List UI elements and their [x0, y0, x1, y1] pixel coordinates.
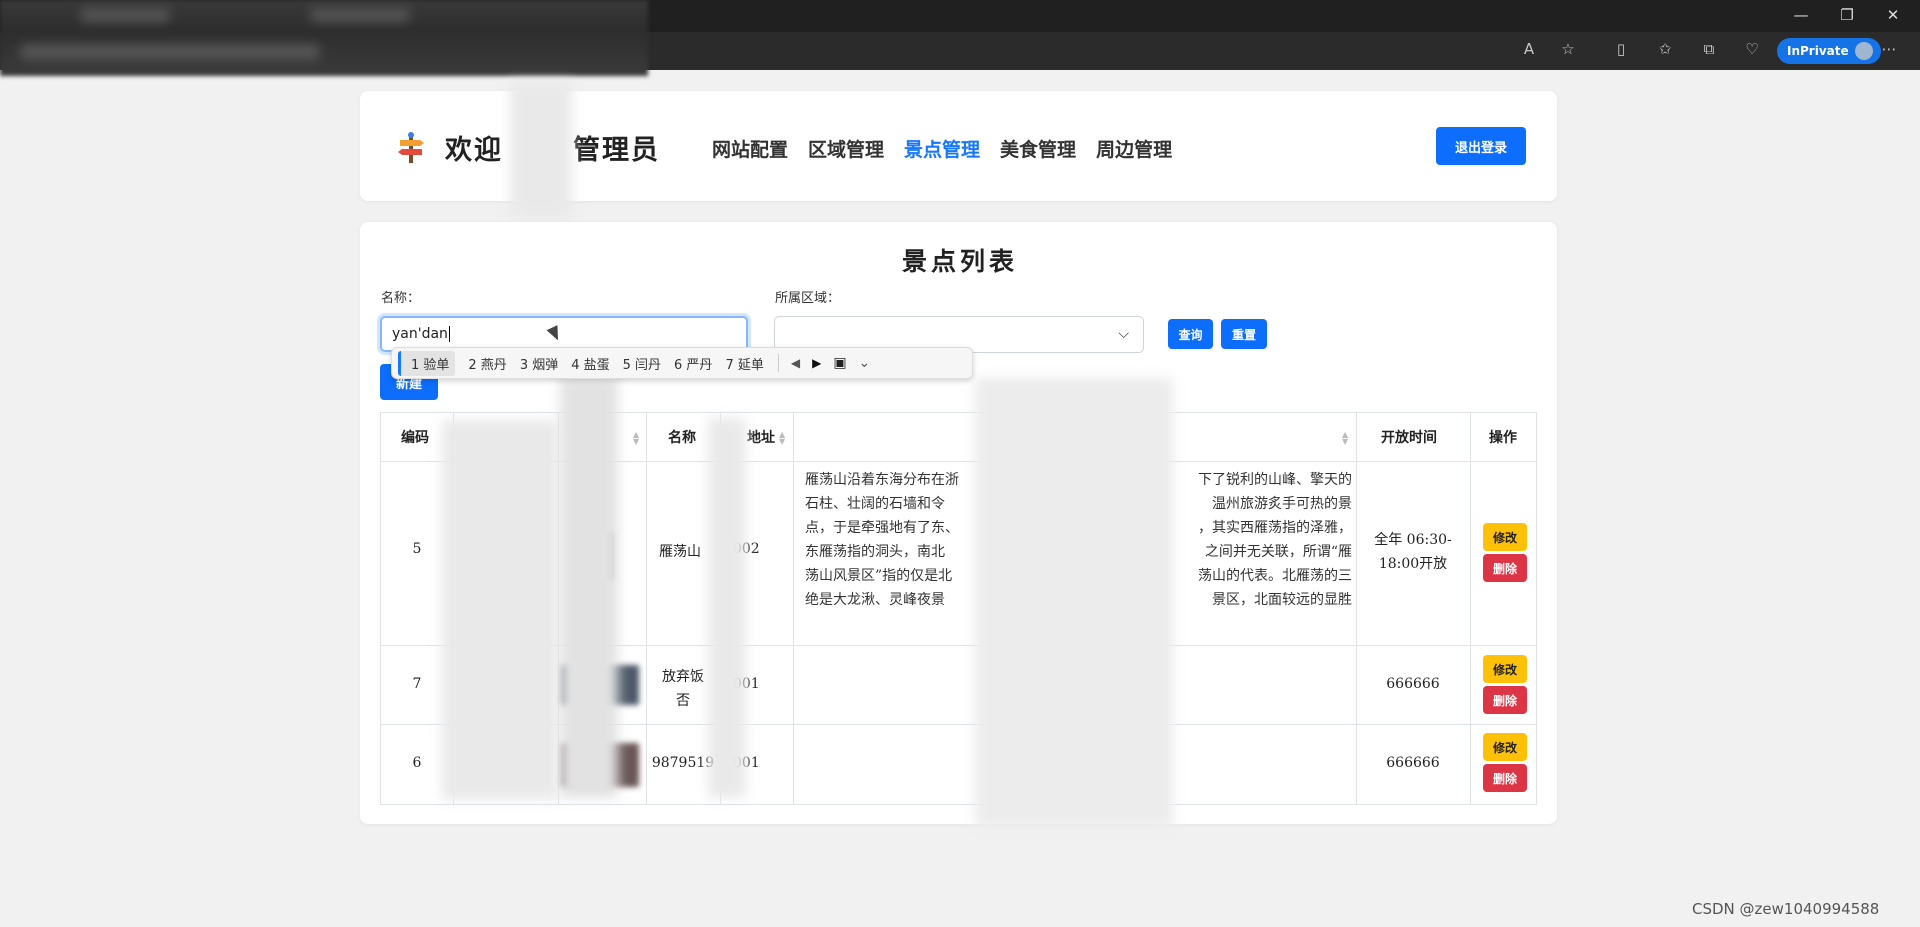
redaction-blur: [442, 420, 557, 800]
restore-icon[interactable]: ❐: [1837, 6, 1857, 24]
ime-candidate-1[interactable]: 1 验单: [398, 350, 456, 376]
ime-candidate-3[interactable]: 3 烟弹: [520, 354, 558, 373]
row2-open-time: 666666: [1386, 676, 1440, 692]
nav-nearby-management[interactable]: 周边管理: [1096, 135, 1172, 162]
site-logo-icon: [398, 132, 424, 163]
row3-edit-button[interactable]: 修改: [1483, 733, 1527, 761]
col-header-name: 名称: [668, 430, 696, 446]
minimize-icon[interactable]: —: [1791, 6, 1811, 24]
nav-food-management[interactable]: 美食管理: [1000, 135, 1076, 162]
ime-candidate-7[interactable]: 7 延单: [725, 354, 763, 373]
ime-next-icon[interactable]: ▶: [812, 356, 821, 370]
redaction-blur: [708, 418, 746, 798]
redaction-blur: [560, 378, 618, 798]
row2-edit-button[interactable]: 修改: [1483, 655, 1527, 683]
read-aloud-icon[interactable]: A: [1518, 40, 1540, 58]
nav-site-config[interactable]: 网站配置: [712, 135, 788, 162]
welcome-text-right: 管理员: [573, 135, 660, 166]
page-title: 景点列表: [901, 247, 1018, 276]
nav-scenic-management[interactable]: 景点管理: [904, 135, 980, 162]
row3-delete-button[interactable]: 删除: [1483, 764, 1527, 792]
split-screen-icon[interactable]: ▯: [1610, 40, 1632, 58]
row2-delete-button[interactable]: 删除: [1483, 686, 1527, 714]
chevron-down-icon: ⌵: [1118, 326, 1129, 342]
ime-expand-icon[interactable]: ⌄: [859, 355, 871, 371]
sort-icon[interactable]: ▲ ▼: [1342, 431, 1348, 446]
row3-open-time: 666666: [1386, 755, 1440, 771]
favorite-star-icon[interactable]: ☆: [1557, 40, 1579, 58]
name-filter-label: 名称：: [381, 291, 421, 306]
col-header-address: 地址: [747, 430, 775, 446]
row1-description-right: 下了锐利的山峰、擎天的 温州旅游炙手可热的景 ，其实西雁荡指的泽雅， 之间并无关…: [1198, 472, 1352, 608]
nav-region-management[interactable]: 区域管理: [808, 135, 884, 162]
main-nav: 网站配置 区域管理 景点管理 美食管理 周边管理: [712, 135, 1172, 162]
ime-candidate-bar: 1 验单 2 燕丹 3 烟弹 4 盐蛋 5 闫丹 6 严丹 7 延单 ◀ ▶ ▣…: [391, 347, 973, 379]
row1-edit-button[interactable]: 修改: [1483, 523, 1527, 551]
profile-avatar-icon: [1854, 42, 1873, 60]
col-header-code: 编码: [401, 430, 429, 446]
row1-open-time: 全年 06:30- 18:00开放: [1374, 532, 1452, 572]
browser-essentials-icon[interactable]: ♡: [1741, 40, 1763, 58]
sort-icon[interactable]: ▲ ▼: [633, 431, 639, 446]
favorites-icon[interactable]: ✩: [1654, 40, 1676, 58]
col-header-actions: 操作: [1489, 430, 1517, 446]
inprivate-badge[interactable]: InPrivate: [1777, 38, 1881, 64]
watermark: CSDN @zew1040994588: [1692, 900, 1880, 918]
redaction-blur: [510, 82, 572, 218]
inprivate-label: InPrivate: [1787, 44, 1849, 58]
welcome-text-left: 欢迎: [445, 135, 503, 166]
reset-button[interactable]: 重置: [1221, 319, 1267, 349]
ime-candidate-5[interactable]: 5 闫丹: [623, 354, 661, 373]
ime-candidate-4[interactable]: 4 盐蛋: [571, 354, 609, 373]
ime-candidate-6[interactable]: 6 严丹: [674, 354, 712, 373]
name-search-value: yan'dan: [392, 326, 448, 342]
row1-delete-button[interactable]: 删除: [1483, 554, 1527, 582]
redaction-blur: [975, 378, 1173, 828]
sort-icon[interactable]: ▲ ▼: [779, 431, 785, 446]
col-header-open-time: 开放时间: [1381, 430, 1437, 446]
ime-emoji-icon[interactable]: ▣: [833, 355, 846, 371]
collections-icon[interactable]: ⧉: [1698, 40, 1720, 58]
more-menu-icon[interactable]: ⋯: [1878, 40, 1900, 58]
blurred-tab-strip: [0, 0, 648, 76]
close-icon[interactable]: ✕: [1883, 6, 1903, 24]
row1-description-left: 雁荡山沿着东海分布在浙 石柱、壮阔的石墙和令 点，于是牵强地有了东、 东雁荡指的…: [805, 472, 959, 608]
logout-button[interactable]: 退出登录: [1436, 127, 1526, 165]
region-filter-label: 所属区域：: [775, 291, 841, 306]
ime-candidate-2[interactable]: 2 燕丹: [468, 354, 506, 373]
query-button[interactable]: 查询: [1168, 319, 1213, 349]
ime-prev-icon[interactable]: ◀: [791, 356, 800, 370]
